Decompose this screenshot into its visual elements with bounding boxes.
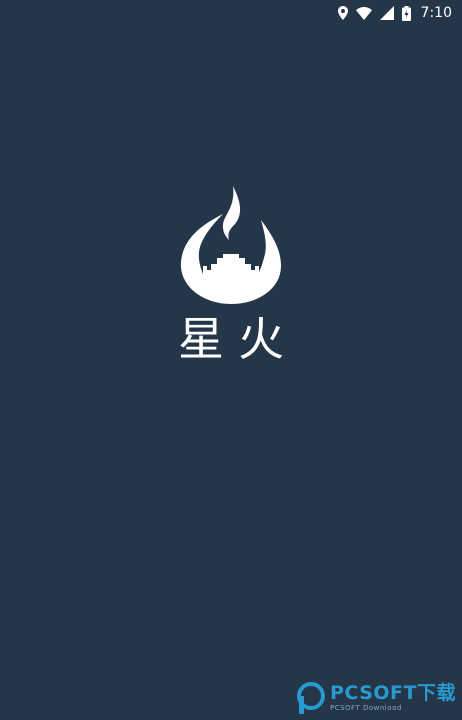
flame-castle-logo-icon [180, 186, 281, 304]
app-name: 星火 [178, 312, 298, 366]
location-icon [337, 6, 348, 20]
watermark-text: PCSOFT下载 PCSOFT Download [330, 684, 456, 712]
battery-icon [401, 5, 411, 21]
watermark: PCSOFT下载 PCSOFT Download [296, 682, 456, 714]
status-bar: 7:10 [0, 0, 462, 26]
watermark-main: PCSOFT下载 [330, 682, 456, 704]
signal-icon [379, 6, 394, 20]
watermark-sub: PCSOFT Download [330, 704, 402, 712]
wifi-icon [355, 6, 372, 20]
app-logo: 星火 [0, 184, 462, 362]
watermark-logo-icon [297, 682, 325, 714]
status-time: 7:10 [420, 5, 452, 21]
splash-screen: 7:10 星火 PCSOFT下载 PCSOFT Download [0, 0, 462, 720]
